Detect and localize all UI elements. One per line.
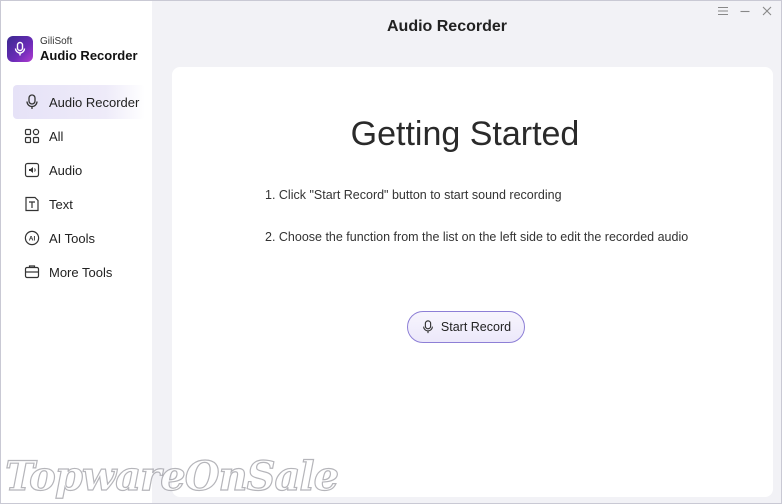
app-logo: GiliSoft Audio Recorder bbox=[7, 34, 147, 64]
sidebar: GiliSoft Audio Recorder Audio Recorder A… bbox=[1, 1, 152, 503]
text-icon bbox=[24, 196, 40, 212]
app-logo-icon bbox=[7, 36, 33, 62]
brand-name: GiliSoft bbox=[40, 35, 73, 47]
sidebar-item-label: Audio Recorder bbox=[49, 94, 140, 110]
page-heading: Getting Started bbox=[350, 115, 580, 153]
audio-file-icon bbox=[24, 162, 40, 178]
product-name: Audio Recorder bbox=[40, 47, 138, 63]
app-window: GiliSoft Audio Recorder Audio Recorder A… bbox=[0, 0, 782, 504]
window-controls bbox=[717, 5, 773, 17]
microphone-icon bbox=[24, 94, 40, 110]
sidebar-item-audio[interactable]: Audio bbox=[13, 153, 145, 187]
start-record-label: Start Record bbox=[440, 320, 512, 334]
sidebar-item-audio-recorder[interactable]: Audio Recorder bbox=[13, 85, 145, 119]
microphone-icon bbox=[422, 320, 433, 334]
grid-icon bbox=[24, 128, 40, 144]
sidebar-item-label: More Tools bbox=[49, 264, 113, 280]
sidebar-item-label: AI Tools bbox=[49, 230, 96, 246]
sidebar-item-label: Audio bbox=[49, 162, 83, 178]
sidebar-item-label: All bbox=[49, 128, 64, 144]
ai-icon: AI bbox=[24, 230, 40, 246]
sidebar-item-more-tools[interactable]: More Tools bbox=[13, 255, 145, 289]
close-icon[interactable] bbox=[761, 5, 773, 17]
getting-started-panel: Getting Started 1. Click "Start Record" … bbox=[172, 67, 773, 497]
sidebar-item-text[interactable]: Text bbox=[13, 187, 145, 221]
svg-text:AI: AI bbox=[29, 236, 36, 243]
watermark: TopwareOnSale bbox=[4, 452, 339, 500]
sidebar-item-all[interactable]: All bbox=[13, 119, 145, 153]
instruction-step-2: 2. Choose the function from the list on … bbox=[265, 230, 689, 244]
sidebar-item-label: Text bbox=[49, 196, 73, 212]
sidebar-item-ai-tools[interactable]: AI AI Tools bbox=[13, 221, 145, 255]
start-record-button[interactable]: Start Record bbox=[407, 311, 525, 343]
instruction-step-1: 1. Click "Start Record" button to start … bbox=[265, 188, 562, 202]
minimize-icon[interactable] bbox=[739, 5, 751, 17]
sidebar-nav: Audio Recorder All Audio Text AI AI Tool… bbox=[13, 85, 145, 289]
more-tools-icon bbox=[24, 264, 40, 280]
menu-icon[interactable] bbox=[717, 5, 729, 17]
window-title: Audio Recorder bbox=[386, 18, 507, 35]
